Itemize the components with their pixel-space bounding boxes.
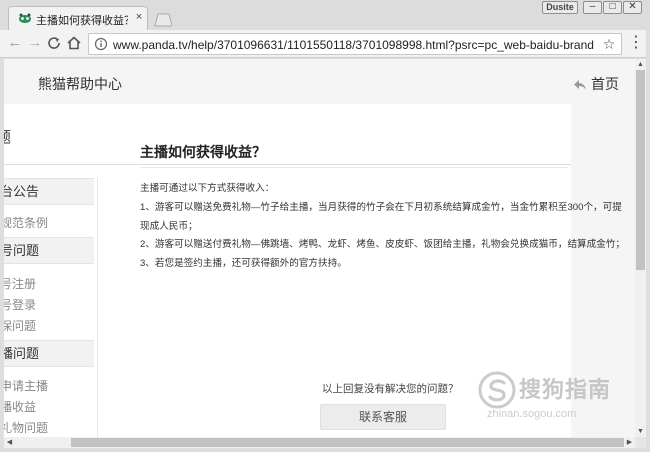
panda-favicon-icon xyxy=(19,13,31,23)
browser-tab[interactable]: 主播如何获得收益？_熊猫 × xyxy=(8,6,148,30)
forward-button[interactable]: → xyxy=(26,34,44,52)
sidebar-section-streamer[interactable]: 播问题 xyxy=(4,340,94,367)
unsolved-question-text: 以上回复没有解决您的问题？ xyxy=(322,383,459,395)
sidebar-section-announcements[interactable]: 台公告 xyxy=(4,178,94,205)
article-body: 主播可通过以下方式获得收入： 1、游客可以赠送免费礼物—竹子给主播，当月获得的竹… xyxy=(140,180,626,274)
article-point-2: 2、游客可以赠送付费礼物—佛跳墙、烤鸭、龙虾、烤鱼、皮皮虾、饭团给主播，礼物会兑… xyxy=(140,239,626,251)
tab-title: 主播如何获得收益？_熊猫 xyxy=(36,15,128,27)
page-viewport: 熊猫帮助中心 首页 题 台公告 规范条例 号问题 号注册 号登录 保问题 播问题… xyxy=(4,59,635,437)
help-center-title: 熊猫帮助中心 xyxy=(38,76,122,92)
back-arrow-icon xyxy=(574,80,586,90)
sidebar-item-security[interactable]: 保问题 xyxy=(4,317,36,334)
card-divider xyxy=(4,164,571,165)
article-divider xyxy=(140,167,568,168)
scroll-left-arrow-icon[interactable]: ◀ xyxy=(4,437,15,448)
minimize-button[interactable]: – xyxy=(583,1,602,14)
home-link-label: 首页 xyxy=(591,76,619,92)
vertical-scrollbar[interactable]: ▲ ▼ xyxy=(635,59,646,437)
sidebar-item-register[interactable]: 号注册 xyxy=(4,275,36,292)
window-frame-bottom xyxy=(0,448,650,452)
scroll-right-arrow-icon[interactable]: ▶ xyxy=(624,437,635,448)
window-frame-left xyxy=(0,58,4,450)
home-link[interactable]: 首页 xyxy=(573,74,619,94)
address-bar[interactable]: www.panda.tv/help/3701096631/1101550118/… xyxy=(88,33,622,55)
scroll-down-arrow-icon[interactable]: ▼ xyxy=(635,426,646,437)
new-tab-button[interactable] xyxy=(152,13,172,27)
sidebar-item-login[interactable]: 号登录 xyxy=(4,296,36,313)
bookmark-star-icon[interactable]: ☆ xyxy=(601,36,617,52)
url-text[interactable]: www.panda.tv/help/3701096631/1101550118/… xyxy=(113,38,594,52)
sidebar-item-streamer-income[interactable]: 播收益 xyxy=(4,398,36,415)
card-header-title: 题 xyxy=(4,126,11,147)
scroll-up-arrow-icon[interactable]: ▲ xyxy=(635,59,646,70)
close-window-button[interactable]: ✕ xyxy=(623,1,642,14)
help-sidebar: 台公告 规范条例 号问题 号注册 号登录 保问题 播问题 申请主播 播收益 礼物… xyxy=(4,178,98,437)
browser-menu-icon[interactable]: ⋮ xyxy=(628,35,644,53)
sidebar-section-account[interactable]: 号问题 xyxy=(4,237,94,264)
article-point-3: 3、若您是签约主播，还可获得额外的官方扶持。 xyxy=(140,258,347,270)
contact-support-button[interactable]: 联系客服 xyxy=(320,404,446,430)
site-info-icon[interactable] xyxy=(94,37,108,51)
article-title: 主播如何获得收益？ xyxy=(140,144,266,160)
tab-close-icon[interactable]: × xyxy=(133,10,145,24)
browser-title-bar: 主播如何获得收益？_熊猫 × Dusite – □ ✕ xyxy=(0,0,650,30)
horizontal-scroll-thumb[interactable] xyxy=(71,438,624,447)
reload-icon[interactable] xyxy=(46,35,62,51)
sidebar-item-gifts[interactable]: 礼物问题 xyxy=(4,419,48,436)
article-point-1: 1、游客可以赠送免费礼物—竹子给主播，当月获得的竹子会在下月初系统结算成金竹，当… xyxy=(140,201,622,232)
maximize-button[interactable]: □ xyxy=(603,1,622,14)
vertical-scroll-thumb[interactable] xyxy=(636,70,645,270)
article-intro: 主播可通过以下方式获得收入： xyxy=(140,183,275,194)
home-icon[interactable] xyxy=(66,35,82,51)
scroll-corner xyxy=(635,437,646,448)
sidebar-item-rules[interactable]: 规范条例 xyxy=(4,214,48,231)
horizontal-scrollbar[interactable]: ◀ ▶ xyxy=(4,437,635,448)
user-profile-button[interactable]: Dusite xyxy=(542,1,578,14)
sidebar-item-apply-streamer[interactable]: 申请主播 xyxy=(4,377,48,394)
window-frame-right xyxy=(646,30,650,452)
back-button[interactable]: ← xyxy=(6,34,24,52)
browser-toolbar: ← → www.panda.tv/help/3701096631/1101550… xyxy=(0,30,650,58)
